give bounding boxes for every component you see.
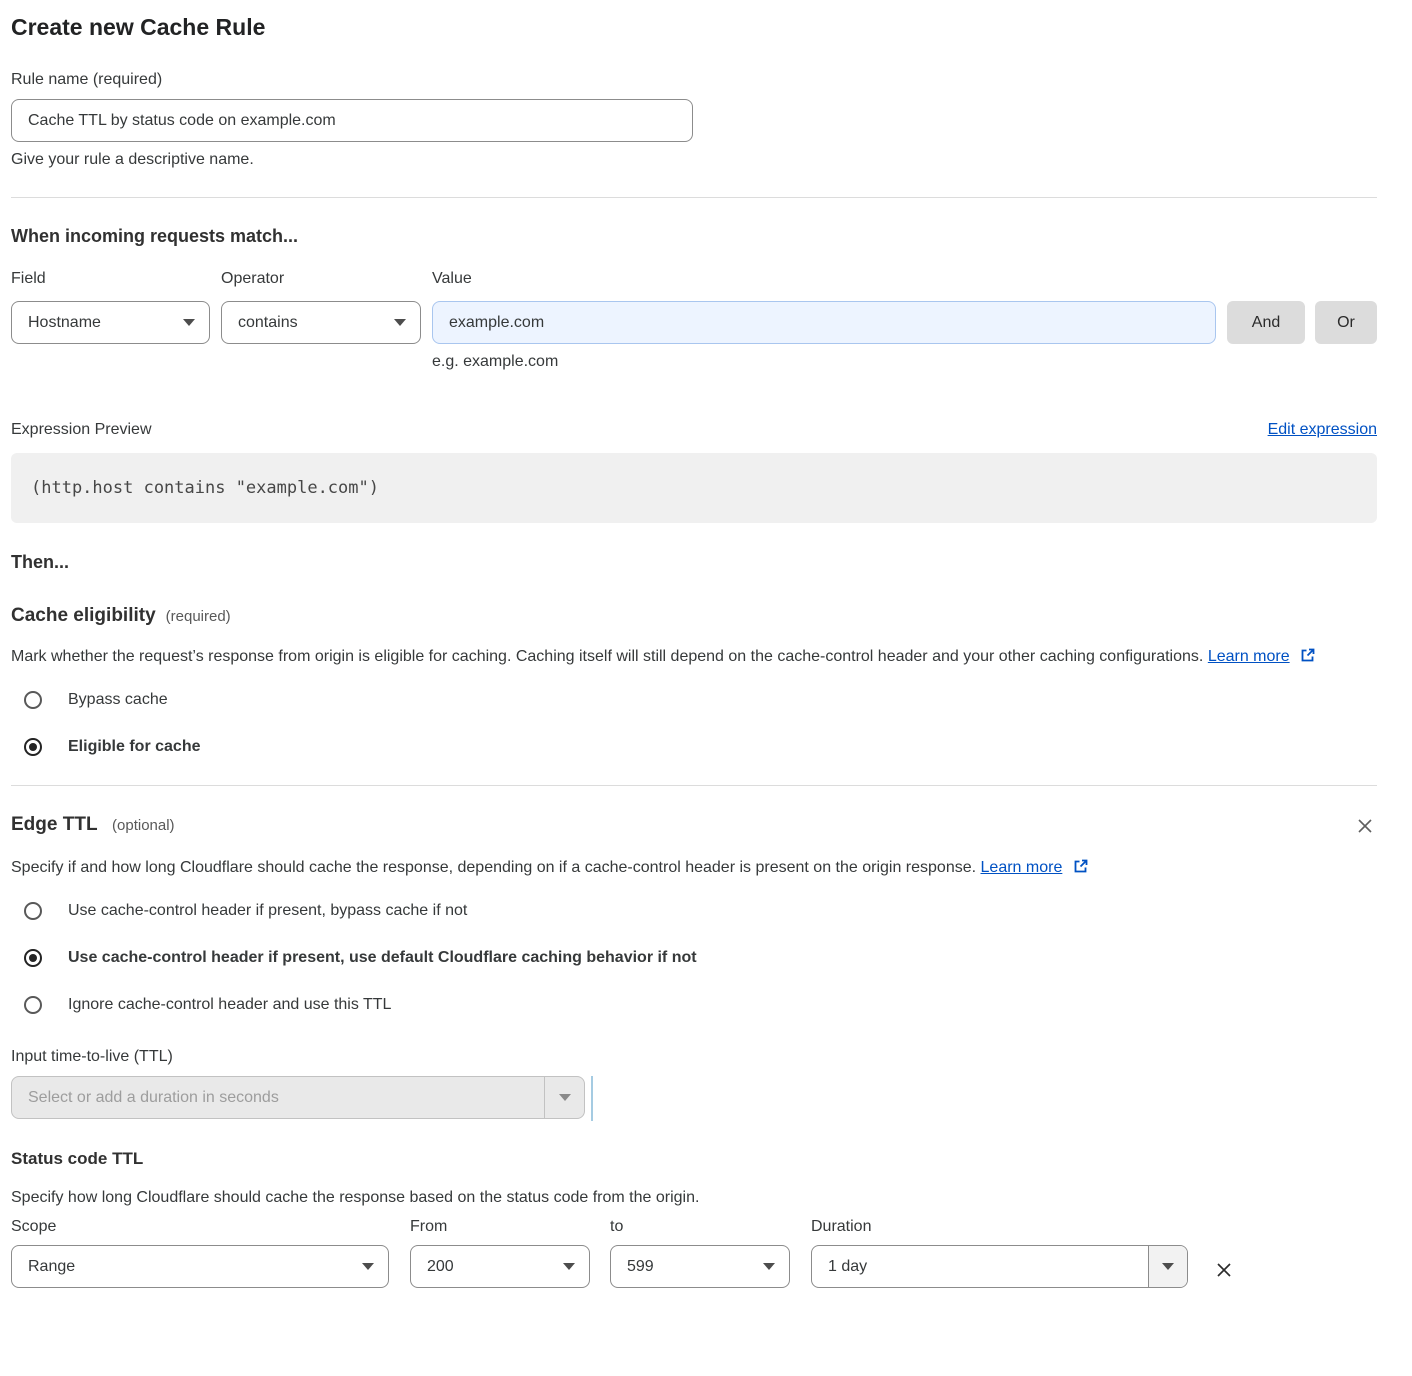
scope-column: Scope Range: [11, 1218, 389, 1288]
ttl-select-row: Select or add a duration in seconds: [11, 1076, 1377, 1121]
edge-ttl-option-ignore[interactable]: Ignore cache-control header and use this…: [11, 996, 1377, 1014]
match-row: Hostname contains e.g. example.com And O…: [11, 301, 1377, 371]
from-column: From 200: [410, 1218, 590, 1288]
ttl-duration-select-disabled: Select or add a duration in seconds: [11, 1076, 585, 1119]
duration-select-value: 1 day: [812, 1246, 1148, 1287]
to-column: to 599: [610, 1218, 790, 1288]
edge-ttl-heading-row: Edge TTL (optional): [11, 814, 1377, 838]
operator-select-value: contains: [238, 314, 298, 332]
value-column: e.g. example.com: [432, 301, 1216, 371]
edge-ttl-learn-more-link[interactable]: Learn more: [981, 859, 1063, 876]
field-select[interactable]: Hostname: [11, 301, 210, 344]
edge-ttl-option-default[interactable]: Use cache-control header if present, use…: [11, 949, 1377, 967]
edge-ttl-description: Specify if and how long Cloudflare shoul…: [11, 854, 1377, 882]
radio-button-unchecked[interactable]: [24, 902, 42, 920]
bypass-cache-option[interactable]: Bypass cache: [11, 691, 1377, 709]
duration-label: Duration: [811, 1218, 1188, 1236]
close-icon: [1214, 1260, 1234, 1280]
edge-ttl-description-text: Specify if and how long Cloudflare shoul…: [11, 859, 976, 876]
status-code-ttl-description: Specify how long Cloudflare should cache…: [11, 1189, 1377, 1207]
ttl-input-label: Input time-to-live (TTL): [11, 1048, 1377, 1066]
expression-preview-label: Expression Preview: [11, 421, 152, 439]
cache-eligibility-description-text: Mark whether the request’s response from…: [11, 648, 1203, 665]
to-label: to: [610, 1218, 790, 1236]
operator-label: Operator: [221, 270, 432, 288]
match-section-heading: When incoming requests match...: [11, 226, 1377, 247]
edge-ttl-heading: Edge TTL: [11, 814, 98, 835]
scope-select[interactable]: Range: [11, 1245, 389, 1288]
section-divider: [11, 197, 1377, 198]
close-icon: [1355, 816, 1375, 836]
duration-select-arrow-segment[interactable]: [1148, 1246, 1187, 1287]
chevron-down-icon: [362, 1263, 374, 1270]
radio-button-checked[interactable]: [24, 949, 42, 967]
from-select[interactable]: 200: [410, 1245, 590, 1288]
ttl-select-arrow-segment: [544, 1077, 584, 1118]
cache-eligibility-description: Mark whether the request’s response from…: [11, 643, 1377, 671]
radio-button-checked[interactable]: [24, 738, 42, 756]
radio-button-unchecked[interactable]: [24, 691, 42, 709]
from-label: From: [410, 1218, 590, 1236]
cache-eligibility-learn-more-link[interactable]: Learn more: [1208, 648, 1290, 665]
then-heading: Then...: [11, 552, 1377, 573]
required-badge: (required): [166, 608, 231, 625]
radio-button-unchecked[interactable]: [24, 996, 42, 1014]
operator-select[interactable]: contains: [221, 301, 421, 344]
cache-eligibility-heading: Cache eligibility: [11, 605, 156, 627]
match-labels-row: Field Operator Value: [11, 270, 1377, 288]
chevron-down-icon: [183, 319, 195, 326]
external-link-icon: [1300, 647, 1316, 663]
page-title: Create new Cache Rule: [11, 14, 1377, 41]
or-button[interactable]: Or: [1315, 301, 1377, 344]
edge-ttl-option-bypass[interactable]: Use cache-control header if present, byp…: [11, 902, 1377, 920]
from-select-value: 200: [427, 1258, 454, 1276]
scope-label: Scope: [11, 1218, 389, 1236]
radio-label: Bypass cache: [68, 691, 168, 709]
eligible-for-cache-option[interactable]: Eligible for cache: [11, 738, 1377, 756]
radio-label: Use cache-control header if present, byp…: [68, 902, 467, 920]
expression-preview-block: (http.host contains "example.com"): [11, 453, 1377, 523]
value-input[interactable]: [432, 301, 1216, 344]
section-divider: [11, 785, 1377, 786]
text-cursor-marker: [591, 1076, 593, 1121]
duration-select[interactable]: 1 day: [811, 1245, 1188, 1288]
radio-label: Eligible for cache: [68, 738, 200, 756]
expression-code: (http.host contains "example.com"): [31, 478, 379, 498]
chevron-down-icon: [394, 319, 406, 326]
value-label: Value: [432, 270, 472, 288]
delete-status-ttl-row-button[interactable]: [1212, 1258, 1236, 1282]
radio-label: Use cache-control header if present, use…: [68, 949, 697, 967]
chevron-down-icon: [1162, 1263, 1174, 1270]
status-code-ttl-heading: Status code TTL: [11, 1149, 1377, 1169]
chevron-down-icon: [563, 1263, 575, 1270]
rule-name-label: Rule name (required): [11, 71, 1377, 89]
rule-name-input[interactable]: [11, 99, 693, 142]
edit-expression-link[interactable]: Edit expression: [1268, 421, 1377, 439]
external-link-icon: [1073, 858, 1089, 874]
edge-ttl-heading-group: Edge TTL (optional): [11, 814, 175, 836]
optional-badge: (optional): [112, 817, 175, 834]
radio-label: Ignore cache-control header and use this…: [68, 996, 391, 1014]
chevron-down-icon: [763, 1263, 775, 1270]
value-helper: e.g. example.com: [432, 353, 1216, 371]
chevron-down-icon: [559, 1094, 571, 1101]
scope-select-value: Range: [28, 1258, 75, 1276]
edge-ttl-close-button[interactable]: [1353, 814, 1377, 838]
ttl-select-placeholder: Select or add a duration in seconds: [12, 1077, 544, 1118]
to-select-value: 599: [627, 1258, 654, 1276]
field-select-value: Hostname: [28, 314, 101, 332]
and-button[interactable]: And: [1227, 301, 1305, 344]
duration-column: Duration 1 day: [811, 1218, 1188, 1288]
field-label: Field: [11, 270, 221, 288]
cache-eligibility-heading-row: Cache eligibility (required): [11, 605, 1377, 627]
rule-name-helper: Give your rule a descriptive name.: [11, 151, 1377, 169]
status-code-ttl-row: Scope Range From 200 to 599 Duration 1 d…: [11, 1218, 1377, 1288]
expression-header: Expression Preview Edit expression: [11, 421, 1377, 439]
to-select[interactable]: 599: [610, 1245, 790, 1288]
create-cache-rule-form: Create new Cache Rule Rule name (require…: [0, 0, 1412, 1318]
